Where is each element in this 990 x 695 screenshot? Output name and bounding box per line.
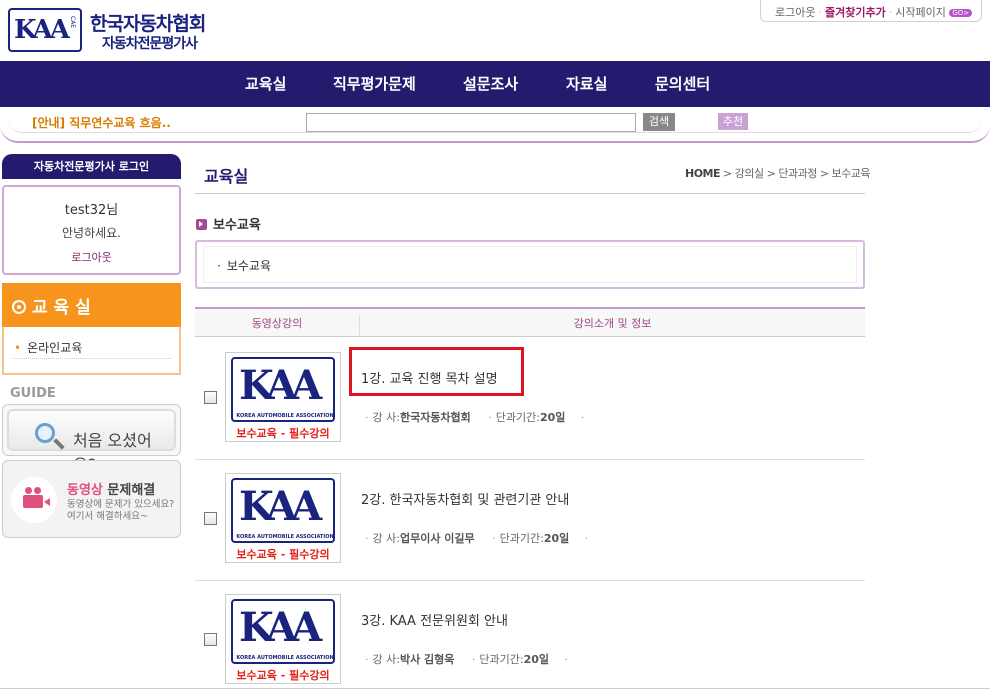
- lecture-checkbox[interactable]: [204, 512, 217, 525]
- kaa-logo-text: KAA: [239, 604, 322, 651]
- camera-icon: [23, 487, 50, 508]
- brand-subtitle: 자동차전문평가사: [102, 36, 198, 52]
- instructor-name: 한국자동차협회: [399, 411, 471, 424]
- video-help-desc-2: 여기서 해결하세요~: [67, 511, 148, 522]
- kaa-logo-assoc: KOREA AUTOMOBILE ASSOCIATION: [236, 534, 334, 540]
- video-help-desc: 동영상에 문제가 있으세요? 여기서 해결하세요~: [67, 499, 174, 523]
- play-square-icon: [196, 219, 207, 230]
- video-help-button[interactable]: 동영상 문제해결 동영상에 문제가 있으세요? 여기서 해결하세요~: [2, 460, 181, 538]
- thumb-caption: 보수교육 - 필수강의: [236, 548, 330, 561]
- nav-item-classroom[interactable]: 교육실: [245, 73, 286, 94]
- period-label: 단과기간:: [479, 653, 524, 666]
- section-title-text: 보수교육: [213, 218, 261, 233]
- row-divider: [195, 580, 865, 581]
- nav-item-survey[interactable]: 설문조사: [463, 73, 518, 94]
- video-help-title-a: 동영상: [67, 483, 103, 498]
- highlight-box: [349, 347, 524, 396]
- notice-ticker[interactable]: [안내] 직무연수교육 흐음..: [32, 114, 171, 131]
- col-video: 동영상강의: [251, 317, 303, 330]
- kaa-logo: KAA KOREA AUTOMOBILE ASSOCIATION: [231, 357, 335, 422]
- instructor-label: 강 사:: [372, 411, 400, 424]
- login-box: test32님 안녕하세요. 로그아웃: [2, 185, 181, 275]
- section-box: 보수교육: [195, 240, 865, 289]
- greeting: 안녕하세요.: [61, 226, 121, 240]
- nav-item-archive[interactable]: 자료실: [566, 73, 607, 94]
- period-value: 20일: [523, 653, 550, 666]
- breadcrumb-4: 보수교육: [831, 167, 871, 180]
- period-label: 단과기간:: [495, 411, 540, 424]
- instructor-name: 박사 김형욱: [399, 653, 455, 666]
- search-input[interactable]: [306, 113, 636, 132]
- row-divider: [195, 459, 865, 460]
- lecture-thumbnail[interactable]: KAA KOREA AUTOMOBILE ASSOCIATION 보수교육 - …: [225, 594, 341, 684]
- sidebar-logout-link[interactable]: 로그아웃: [4, 249, 179, 265]
- target-icon: [12, 300, 26, 314]
- col-info: 강의소개 및 정보: [359, 315, 865, 335]
- period-label: 단과기간:: [499, 532, 544, 545]
- video-help-desc-1: 동영상에 문제가 있으세요?: [67, 499, 175, 510]
- video-help-title: 동영상 문제해결: [67, 479, 155, 498]
- search-button[interactable]: 검색: [643, 113, 675, 131]
- first-visit-inner: 처음 오셨어요?: [7, 409, 176, 474]
- video-help-title-b: 문제해결: [102, 483, 156, 498]
- table-header: 동영상강의 강의소개 및 정보: [195, 307, 865, 337]
- top-links: 로그아웃 · 즐겨찾기추가 · 시작페이지 GO>: [760, 0, 982, 22]
- breadcrumb-home[interactable]: HOME: [685, 167, 721, 180]
- logout-link[interactable]: 로그아웃: [775, 6, 815, 19]
- instructor-label: 강 사:: [372, 653, 400, 666]
- period-value: 20일: [539, 411, 566, 424]
- logo-sub: CAE: [69, 16, 76, 29]
- nav-item-support[interactable]: 문의센터: [655, 73, 710, 94]
- period-value: 20일: [543, 532, 570, 545]
- section-title: 보수교육: [196, 214, 261, 233]
- first-visit-button[interactable]: 처음 오셨어요?: [2, 404, 181, 474]
- logo-text: KAA: [14, 15, 70, 45]
- kaa-logo-assoc: KOREA AUTOMOBILE ASSOCIATION: [236, 413, 334, 419]
- camera-icon-bg: [11, 477, 57, 523]
- nav-item-exam[interactable]: 직무평가문제: [333, 73, 416, 94]
- edu-header[interactable]: 교 육 실: [2, 283, 181, 327]
- section-box-item[interactable]: 보수교육: [217, 257, 271, 274]
- lecture-checkbox[interactable]: [204, 391, 217, 404]
- go-badge[interactable]: GO>: [949, 9, 973, 17]
- user-name: test32님: [64, 203, 119, 218]
- breadcrumb: HOME > 강의실 > 단과과정 > 보수교육: [685, 167, 871, 180]
- lecture-thumbnail[interactable]: KAA KOREA AUTOMOBILE ASSOCIATION 보수교육 - …: [225, 473, 341, 563]
- edu-menu: 온라인교육: [2, 327, 181, 375]
- breadcrumb-2[interactable]: 강의실: [735, 167, 764, 180]
- instructor-label: 강 사:: [372, 532, 400, 545]
- breadcrumb-3[interactable]: 단과과정: [778, 167, 817, 180]
- sidebar-item-online-edu[interactable]: 온라인교육: [14, 339, 82, 356]
- thumb-caption: 보수교육 - 필수강의: [236, 669, 330, 682]
- lecture-thumbnail[interactable]: KAA KOREA AUTOMOBILE ASSOCIATION 보수교육 - …: [225, 352, 341, 442]
- site-logo[interactable]: KAA CAE: [8, 8, 82, 52]
- magnifier-icon: [35, 423, 55, 443]
- edu-title: 교 육 실: [32, 298, 91, 318]
- brand-title: 한국자동차협회: [90, 13, 206, 35]
- divider: [195, 193, 865, 194]
- recommend-button[interactable]: 추천: [718, 113, 748, 130]
- startpage-link[interactable]: 시작페이지: [895, 6, 946, 19]
- lecture-info: · 강 사:박사 김형욱 · 단과기간:20일 ·: [365, 653, 569, 666]
- lecture-title[interactable]: 2강. 한국자동차협회 및 관련기관 안내: [361, 489, 569, 508]
- kaa-logo-text: KAA: [239, 483, 322, 530]
- kaa-logo-text: KAA: [239, 362, 322, 409]
- kaa-logo: KAA KOREA AUTOMOBILE ASSOCIATION: [231, 599, 335, 664]
- main-nav: 교육실 직무평가문제 설문조사 자료실 문의센터: [0, 61, 990, 107]
- thumb-caption: 보수교육 - 필수강의: [236, 427, 330, 440]
- lecture-info: · 강 사:한국자동차협회 · 단과기간:20일 ·: [365, 411, 585, 424]
- page-title: 교육실: [204, 167, 249, 186]
- lecture-checkbox[interactable]: [204, 633, 217, 646]
- guide-label: GUIDE: [10, 386, 56, 401]
- kaa-logo: KAA KOREA AUTOMOBILE ASSOCIATION: [231, 478, 335, 543]
- instructor-name: 업무이사 이길무: [399, 532, 475, 545]
- bookmark-link[interactable]: 즐겨찾기추가: [825, 6, 886, 19]
- kaa-logo-assoc: KOREA AUTOMOBILE ASSOCIATION: [236, 655, 334, 661]
- login-title: 자동차전문평가사 로그인: [2, 154, 181, 179]
- bottom-divider: [0, 688, 990, 689]
- lecture-title[interactable]: 3강. KAA 전문위원회 안내: [361, 610, 508, 629]
- lecture-info: · 강 사:업무이사 이길무 · 단과기간:20일 ·: [365, 532, 589, 545]
